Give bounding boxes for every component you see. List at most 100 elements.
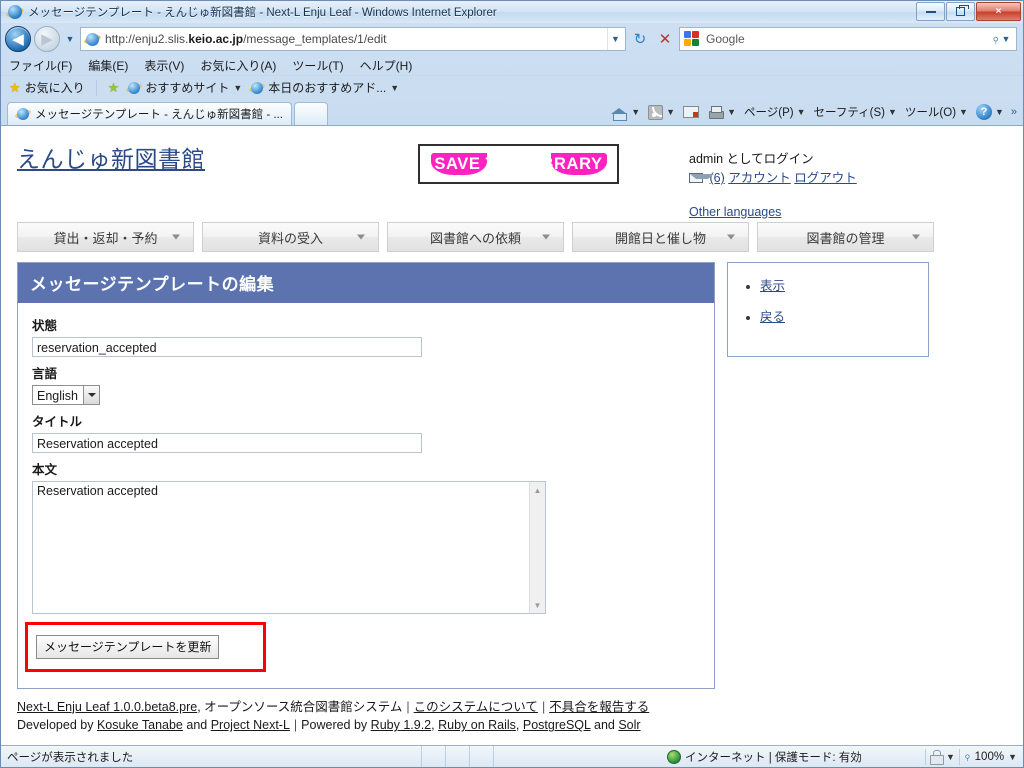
status-right: ▼ ⌕ 100% ▼ [925, 748, 1023, 765]
scroll-down-icon[interactable]: ▼ [530, 597, 545, 613]
menu-item-favorites[interactable]: お気に入り(A) [200, 57, 276, 74]
google-icon [684, 31, 700, 47]
locale-select[interactable]: English [32, 385, 100, 405]
search-provider-label: Google [706, 32, 745, 46]
close-button[interactable]: × [976, 2, 1021, 21]
textarea-scrollbar[interactable]: ▲ ▼ [529, 482, 545, 613]
refresh-button[interactable]: ↻ [629, 27, 651, 51]
site-title-link[interactable]: えんじゅ新図書館 [17, 140, 205, 174]
command-bar: ▼ ▼ ▼ ページ(P) ▼ セーフティ(S) ▼ ツール(O) ▼ ? ▼ » [607, 99, 1023, 125]
sidebar-item-show[interactable]: 表示 [760, 279, 785, 293]
account-link[interactable]: アカウント [728, 171, 791, 185]
report-bug-link[interactable]: 不具合を報告する [549, 700, 649, 714]
overflow-chevron-icon[interactable]: » [1009, 106, 1017, 118]
sidebar-item-back[interactable]: 戻る [760, 310, 785, 324]
app-name-link[interactable]: Next-L Enju Leaf 1.0.0.beta8.pre [17, 700, 197, 714]
new-tab-button[interactable] [293, 102, 328, 125]
security-zone[interactable]: インターネット | 保護モード: 有効 [667, 749, 862, 765]
lock-icon[interactable] [930, 750, 944, 765]
minimize-button[interactable] [916, 2, 945, 21]
todays-addon-button[interactable]: 本日のおすすめアド... ▼ [248, 79, 399, 96]
suggested-sites-button[interactable]: おすすめサイト ▼ [125, 79, 242, 96]
menu-item-view[interactable]: 表示(V) [144, 57, 184, 74]
safety-menu-button[interactable]: セーフティ(S) ▼ [811, 104, 900, 120]
chevron-down-icon [83, 386, 99, 404]
print-button[interactable]: ▼ [704, 105, 739, 120]
nav-tab-administration[interactable]: 図書館の管理 [757, 222, 934, 252]
menu-item-tools[interactable]: ツール(T) [292, 57, 343, 74]
stop-icon: ✕ [658, 31, 672, 48]
title-field-label: タイトル [32, 415, 83, 429]
save-the-library-banner[interactable]: SAVE THE LIBRARY [418, 144, 619, 184]
divider [95, 79, 97, 96]
chevron-down-icon [357, 234, 365, 240]
menu-item-file[interactable]: ファイル(F) [9, 57, 72, 74]
nav-tab-events[interactable]: 開館日と催し物 [572, 222, 749, 252]
divider [925, 748, 926, 765]
zoom-icon: ⌕ [959, 748, 975, 764]
chevron-down-icon [172, 234, 180, 240]
stop-button[interactable]: ✕ [654, 27, 676, 51]
body-textarea[interactable]: Reservation accepted ▲ ▼ [32, 481, 546, 614]
favorites-button[interactable]: ★ お気に入り [9, 79, 85, 96]
submit-highlight-box: メッセージテンプレートを更新 [25, 622, 267, 672]
chevron-down-icon[interactable]: ▼ [1008, 752, 1017, 762]
help-menu-button[interactable]: ? ▼ [973, 104, 1007, 120]
forward-arrow-icon: ▶ [41, 30, 53, 48]
locale-field-label: 言語 [32, 367, 58, 381]
footer-line-1: Next-L Enju Leaf 1.0.0.beta8.pre, オープンソー… [17, 698, 977, 717]
back-button[interactable]: ◀ [5, 26, 31, 52]
printer-icon [707, 105, 725, 120]
page-footer: Next-L Enju Leaf 1.0.0.beta8.pre, オープンソー… [17, 698, 977, 736]
project-link[interactable]: Project Next-L [211, 718, 290, 732]
scroll-up-icon[interactable]: ▲ [530, 482, 545, 498]
navigation-bar: ◀ ▶ ▼ http://enju2.slis.keio.ac.jp/messa… [1, 23, 1023, 55]
mail-button[interactable] [680, 106, 702, 118]
logout-link[interactable]: ログアウト [794, 171, 857, 185]
restore-button[interactable] [946, 2, 975, 21]
ruby-link[interactable]: Ruby 1.9.2 [371, 718, 431, 732]
chevron-down-icon: ▼ [994, 107, 1004, 117]
address-dropdown-icon[interactable]: ▼ [607, 28, 623, 50]
page-content: えんじゅ新図書館 SAVE THE LIBRARY admin としてログイン … [1, 126, 1023, 745]
postgresql-link[interactable]: PostgreSQL [523, 718, 591, 732]
title-input[interactable]: Reservation accepted [32, 433, 422, 453]
feeds-button[interactable]: ▼ [645, 104, 678, 120]
search-box[interactable]: Google ⌕ ▼ [679, 27, 1017, 51]
status-input[interactable]: reservation_accepted [32, 337, 422, 357]
menu-item-edit[interactable]: 編集(E) [88, 57, 128, 74]
locale-select-value: English [37, 389, 78, 403]
author-link[interactable]: Kosuke Tanabe [97, 718, 183, 732]
tools-menu-button[interactable]: ツール(O) ▼ [902, 104, 971, 120]
divider [958, 748, 960, 765]
home-icon [610, 104, 628, 121]
history-dropdown-button[interactable]: ▼ [63, 29, 77, 49]
tools-menu-label: ツール(O) [904, 107, 957, 119]
and-label: and [186, 718, 208, 733]
update-message-template-button[interactable]: メッセージテンプレートを更新 [36, 635, 220, 659]
browser-window: メッセージテンプレート - えんじゅ新図書館 - Next-L Enju Lea… [0, 0, 1024, 768]
forward-button[interactable]: ▶ [34, 26, 60, 52]
safety-menu-label: セーフティ(S) [813, 107, 885, 119]
nav-tab-circulation[interactable]: 貸出・返却・予約 [17, 222, 194, 252]
list-item: 表示 [760, 275, 918, 294]
chevron-down-icon: ▼ [796, 107, 806, 117]
menu-item-help[interactable]: ヘルプ(H) [360, 57, 413, 74]
refresh-icon: ↻ [633, 31, 647, 48]
chevron-down-icon[interactable]: ▼ [946, 752, 955, 762]
about-system-link[interactable]: このシステムについて [414, 700, 538, 714]
nav-tab-acquisition[interactable]: 資料の受入 [202, 222, 379, 252]
status-cells [421, 746, 517, 767]
internet-explorer-icon [248, 81, 266, 95]
solr-link[interactable]: Solr [618, 718, 640, 732]
add-to-favorites-bar-icon[interactable]: ★ [108, 80, 120, 96]
address-bar[interactable]: http://enju2.slis.keio.ac.jp/message_tem… [80, 27, 626, 51]
browser-tab-active[interactable]: メッセージテンプレート - えんじゅ新図書館 - ... [7, 102, 292, 125]
page-menu-button[interactable]: ページ(P) ▼ [741, 104, 809, 120]
help-icon: ? [975, 104, 992, 120]
status-cell [421, 746, 445, 767]
nav-tab-requests[interactable]: 図書館への依頼 [387, 222, 564, 252]
other-languages-link[interactable]: Other languages [689, 203, 857, 222]
rails-link[interactable]: Ruby on Rails [438, 718, 516, 732]
home-button[interactable]: ▼ [607, 104, 643, 121]
